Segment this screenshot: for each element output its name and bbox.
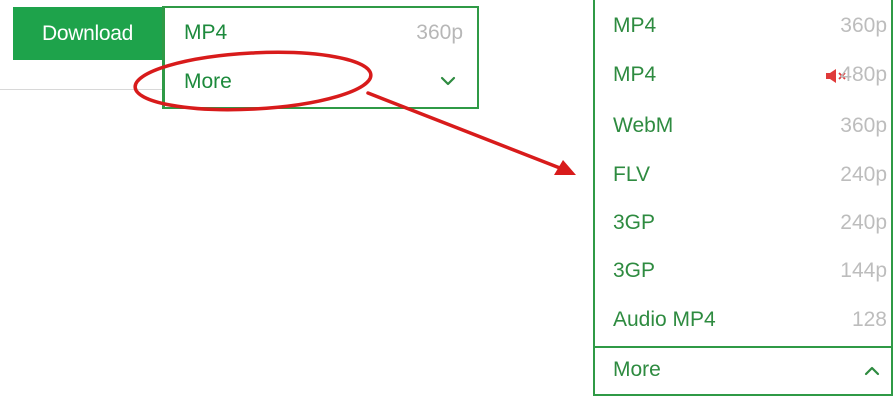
dropdown-option[interactable]: 3GP 240p bbox=[595, 200, 891, 244]
format-selector: MP4 360p More bbox=[162, 6, 479, 109]
chevron-down-icon bbox=[440, 76, 456, 86]
dropdown-option[interactable]: 3GP 144p bbox=[595, 248, 891, 292]
chevron-up-icon bbox=[864, 366, 880, 376]
collapse-more-toggle[interactable]: More bbox=[595, 348, 891, 392]
option-format: MP4 bbox=[613, 63, 657, 86]
option-format: FLV bbox=[613, 163, 650, 186]
format-dropdown: MP4 360p MP4 480p WebM 360p FLV 240p 3GP… bbox=[593, 0, 893, 396]
option-format: MP4 bbox=[613, 14, 657, 37]
pointer-arrow-head bbox=[554, 160, 576, 175]
dropdown-option[interactable]: MP4 480p bbox=[595, 52, 891, 96]
option-format: Audio MP4 bbox=[613, 308, 716, 331]
option-format: 3GP bbox=[613, 211, 656, 234]
option-resolution: 360p bbox=[840, 14, 887, 37]
dropdown-option[interactable]: Audio MP4 128 bbox=[595, 297, 891, 341]
dropdown-option[interactable]: MP4 360p bbox=[595, 3, 891, 47]
option-resolution: 128 bbox=[851, 308, 887, 331]
more-formats-toggle[interactable]: More bbox=[165, 57, 477, 107]
download-button-label: Download bbox=[42, 21, 133, 45]
toolbar-divider bbox=[0, 89, 163, 90]
download-button[interactable]: Download bbox=[13, 7, 162, 60]
option-format: 3GP bbox=[613, 259, 656, 282]
option-resolution: 480p bbox=[840, 63, 887, 86]
more-label: More bbox=[184, 70, 232, 93]
option-resolution: 360p bbox=[840, 114, 887, 137]
option-format: WebM bbox=[613, 114, 674, 137]
selected-format-option[interactable]: MP4 360p bbox=[165, 8, 477, 58]
format-label: MP4 bbox=[184, 21, 228, 44]
option-resolution: 144p bbox=[840, 259, 887, 282]
download-widget: Download MP4 360p More bbox=[0, 0, 480, 110]
option-resolution: 240p bbox=[840, 211, 887, 234]
option-resolution: 240p bbox=[840, 163, 887, 186]
dropdown-option[interactable]: FLV 240p bbox=[595, 152, 891, 196]
more-label: More bbox=[613, 358, 661, 381]
resolution-label: 360p bbox=[416, 21, 463, 44]
dropdown-option[interactable]: WebM 360p bbox=[595, 103, 891, 147]
